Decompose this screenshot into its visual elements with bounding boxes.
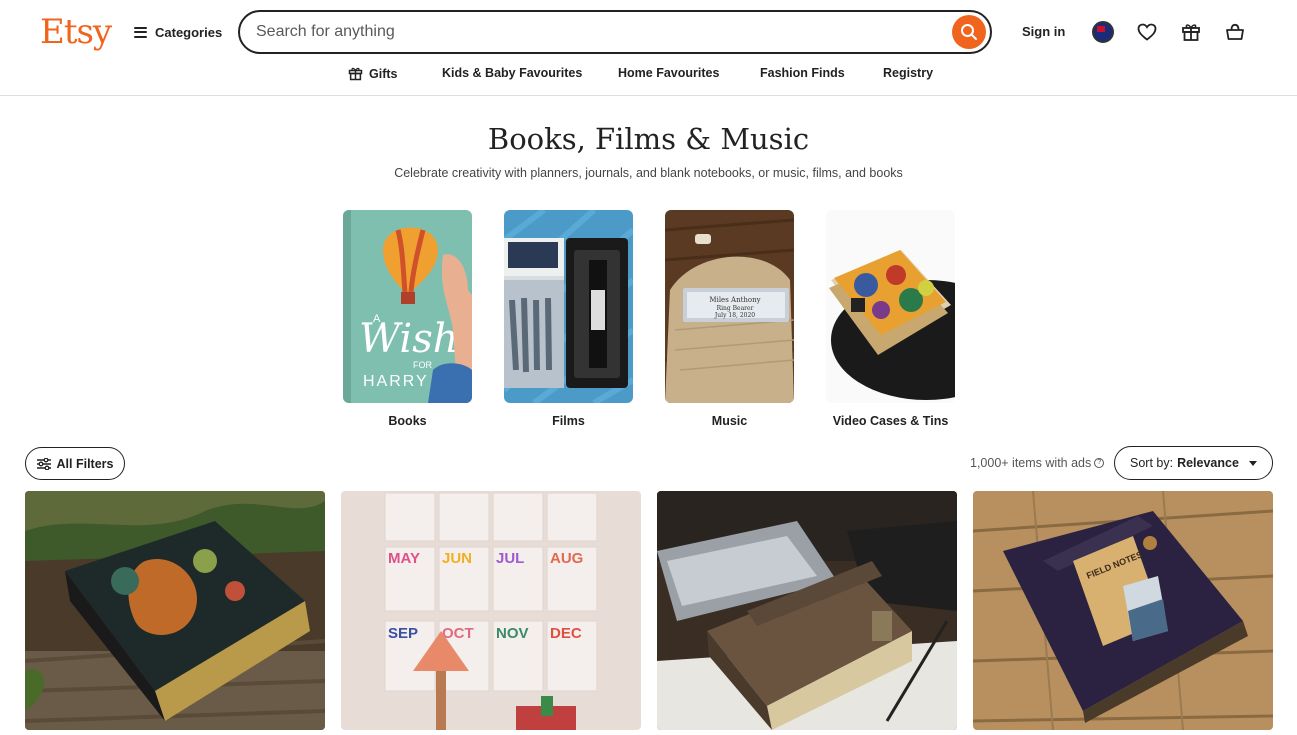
all-filters-button[interactable]: All Filters: [25, 447, 125, 480]
listing-image-notebook-cover: FIELD NOTES: [973, 491, 1273, 730]
book-cover-harry: HARRY: [363, 373, 429, 390]
favourites-button[interactable]: [1135, 20, 1159, 44]
music-plate-name: Miles Anthony: [709, 296, 760, 304]
caret-down-icon: [1248, 460, 1257, 466]
category-label-video-cases: Video Cases & Tins: [832, 414, 949, 428]
book-cover-for: FOR: [413, 360, 432, 370]
category-image-music: Miles Anthony Ring Bearer July 18, 2020: [665, 210, 794, 403]
category-image-video-cases: [826, 210, 955, 403]
listing-image-leather-journal: [657, 491, 957, 730]
gift-mode-button[interactable]: [1179, 20, 1203, 44]
calendar-month-1: MAY: [388, 550, 420, 567]
categories-label: Categories: [155, 24, 223, 40]
category-image-films: [504, 210, 633, 403]
listing-card-3[interactable]: [657, 491, 957, 730]
search-input[interactable]: [256, 20, 946, 44]
nav-gifts[interactable]: Gifts: [348, 66, 397, 81]
gift-icon: [1182, 24, 1200, 41]
hamburger-icon: [134, 26, 147, 38]
calendar-month-8: DEC: [550, 625, 582, 642]
listing-image-dragon-journal: [25, 491, 325, 730]
category-tile-music[interactable]: Miles Anthony Ring Bearer July 18, 2020 …: [665, 210, 794, 428]
page-subtitle: Celebrate creativity with planners, jour…: [394, 166, 903, 180]
results-count: 1,000+ items with ads ?: [970, 456, 1105, 470]
listing-card-2[interactable]: MAY JUN JUL AUG SEP OCT NOV DEC: [341, 491, 641, 730]
calendar-month-4: AUG: [550, 550, 583, 567]
etsy-logo[interactable]: Etsy: [40, 12, 112, 52]
category-tiles: A Wish FOR HARRY Books Films Miles Antho…: [343, 210, 963, 432]
sign-in-link[interactable]: Sign in: [1022, 24, 1065, 39]
flag-icon: [1092, 21, 1114, 43]
listing-image-calendar-planner: MAY JUN JUL AUG SEP OCT NOV DEC: [341, 491, 641, 730]
category-tile-books[interactable]: A Wish FOR HARRY Books: [343, 210, 472, 428]
listing-card-1[interactable]: [25, 491, 325, 730]
cart-button[interactable]: [1223, 20, 1247, 44]
category-tile-films[interactable]: Films: [504, 210, 633, 428]
help-icon[interactable]: ?: [1094, 458, 1105, 468]
listing-card-4[interactable]: FIELD NOTES: [973, 491, 1273, 730]
site-header: Etsy Categories Sign in: [0, 0, 1297, 96]
basket-icon: [1226, 23, 1244, 40]
calendar-month-2: JUN: [442, 550, 472, 567]
secondary-nav: Gifts Kids & Baby Favourites Home Favour…: [0, 64, 1297, 84]
nav-fashion[interactable]: Fashion Finds: [760, 66, 845, 80]
heart-icon: [1137, 23, 1157, 41]
calendar-month-3: JUL: [496, 550, 524, 567]
search-bar: [238, 10, 992, 54]
book-cover-wish: Wish: [359, 316, 459, 362]
categories-button[interactable]: Categories: [134, 22, 222, 42]
calendar-month-5: SEP: [388, 625, 418, 642]
music-plate-date: July 18, 2020: [714, 312, 755, 319]
region-flag-button[interactable]: [1091, 20, 1115, 44]
gift-icon: [348, 67, 363, 81]
page-title: Books, Films & Music: [487, 122, 810, 156]
category-tile-video-cases[interactable]: Video Cases & Tins: [826, 210, 955, 428]
nav-kids-baby[interactable]: Kids & Baby Favourites: [442, 66, 582, 80]
nav-home[interactable]: Home Favourites: [618, 66, 719, 80]
search-button[interactable]: [952, 15, 986, 49]
music-plate-role: Ring Bearer: [717, 305, 754, 312]
sort-dropdown[interactable]: Sort by: Relevance: [1114, 446, 1273, 480]
sort-value: Relevance: [1177, 456, 1239, 470]
search-icon: [961, 24, 977, 40]
nav-registry[interactable]: Registry: [883, 66, 933, 80]
category-image-books: A Wish FOR HARRY: [343, 210, 472, 403]
all-filters-label: All Filters: [56, 456, 114, 471]
sort-prefix: Sort by:: [1130, 456, 1174, 470]
filter-sliders-icon: [36, 457, 51, 470]
calendar-month-7: NOV: [496, 625, 529, 642]
